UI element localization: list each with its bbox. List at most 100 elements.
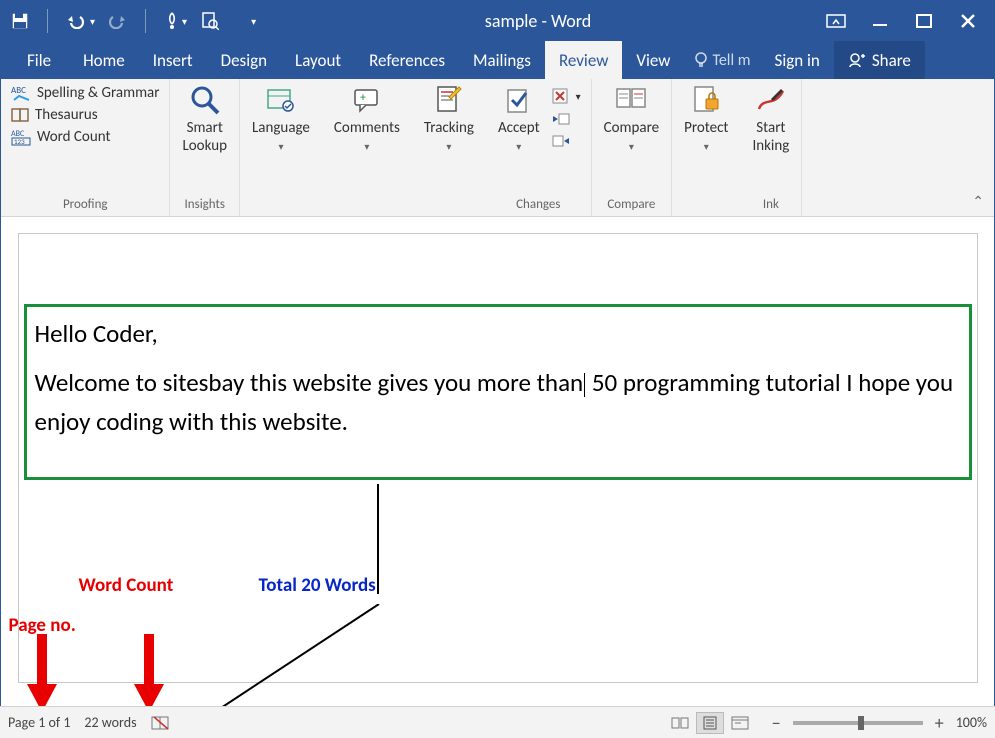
customize-qat-icon[interactable]: ▾ <box>251 15 256 28</box>
print-layout-button[interactable] <box>696 712 724 734</box>
tracking-label: Tracking <box>424 119 474 137</box>
dropdown-arrow-icon: ▾ <box>364 141 369 153</box>
touch-mode-icon[interactable]: ▾ <box>164 12 187 30</box>
separator <box>47 9 48 33</box>
redo-icon[interactable] <box>109 13 127 29</box>
read-mode-button[interactable] <box>666 712 694 734</box>
tab-file[interactable]: File <box>9 41 69 79</box>
svg-text:+: + <box>360 91 366 105</box>
start-inking-button[interactable]: Start Inking <box>748 83 793 155</box>
title-bar: ▾ ▾ ▾ sample - Word <box>1 1 994 41</box>
language-label: Language <box>252 119 310 137</box>
status-proofing-icon[interactable] <box>151 715 171 731</box>
group-compare-label: Compare <box>607 197 655 214</box>
dropdown-arrow-icon: ▾ <box>704 141 709 153</box>
separator <box>145 9 146 33</box>
lightbulb-icon <box>694 52 708 68</box>
close-icon[interactable] <box>958 11 978 31</box>
share-label: Share <box>872 50 911 71</box>
group-tracking: Tracking ▾ <box>412 79 486 216</box>
print-preview-icon[interactable] <box>201 12 219 30</box>
tab-mailings[interactable]: Mailings <box>459 41 545 79</box>
status-words[interactable]: 22 words <box>84 714 136 731</box>
dropdown-arrow-icon: ▾ <box>629 141 634 153</box>
word-count-icon: ABC123 <box>11 128 33 146</box>
comments-button[interactable]: + Comments ▾ <box>330 83 404 153</box>
doc-line1: Hello Coder, <box>35 315 961 354</box>
zoom-thumb[interactable] <box>858 716 864 730</box>
collapse-ribbon-icon[interactable]: ⌃ <box>972 193 984 210</box>
minimize-icon[interactable] <box>870 11 890 31</box>
group-comments: + Comments ▾ <box>322 79 412 216</box>
doc-line2: Welcome to sitesbay this website gives y… <box>35 364 961 442</box>
language-icon <box>264 83 298 117</box>
ribbon: ABC Spelling & Grammar Thesaurus ABC123 … <box>1 79 994 217</box>
tell-me[interactable]: Tell m <box>684 41 760 79</box>
protect-label: Protect <box>684 119 728 137</box>
status-page[interactable]: Page 1 of 1 <box>8 714 70 731</box>
group-changes: Accept ▾ ▾ Changes <box>486 79 592 216</box>
spelling-icon: ABC <box>11 84 33 102</box>
sign-in[interactable]: Sign in <box>761 41 834 79</box>
svg-text:ABC: ABC <box>11 85 26 96</box>
accept-button[interactable]: Accept ▾ <box>494 83 544 153</box>
group-insights-label: Insights <box>185 197 225 214</box>
tab-design[interactable]: Design <box>207 41 281 79</box>
group-proofing-label: Proofing <box>63 197 108 214</box>
page[interactable]: Hello Coder, Welcome to sitesbay this we… <box>18 233 978 683</box>
tab-insert[interactable]: Insert <box>139 41 207 79</box>
tracking-icon <box>432 83 466 117</box>
smart-lookup-icon <box>188 83 222 117</box>
zoom-out-button[interactable]: − <box>768 712 785 734</box>
web-layout-button[interactable] <box>726 712 754 734</box>
annotation-arrow-1 <box>27 634 57 714</box>
word-count-button[interactable]: ABC123 Word Count <box>9 127 112 147</box>
document-body[interactable]: Hello Coder, Welcome to sitesbay this we… <box>35 315 961 441</box>
document-title: sample - Word <box>266 10 810 32</box>
language-button[interactable]: Language ▾ <box>248 83 314 153</box>
tracking-button[interactable]: Tracking ▾ <box>420 83 478 153</box>
smart-lookup-button[interactable]: Smart Lookup <box>178 83 231 155</box>
thesaurus-button[interactable]: Thesaurus <box>9 105 100 125</box>
previous-change-button[interactable] <box>550 111 572 127</box>
zoom-in-button[interactable]: + <box>931 712 948 734</box>
tab-home[interactable]: Home <box>69 41 139 79</box>
spelling-label: Spelling & Grammar <box>37 84 159 102</box>
ink-icon <box>754 83 788 117</box>
tab-layout[interactable]: Layout <box>281 41 355 79</box>
compare-label: Compare <box>604 119 659 137</box>
group-protect: Protect ▾ <box>672 79 740 216</box>
spelling-grammar-button[interactable]: ABC Spelling & Grammar <box>9 83 161 103</box>
group-ink-label: Ink <box>763 197 779 214</box>
quick-access-toolbar: ▾ ▾ ▾ <box>1 9 266 33</box>
word-count-label: Word Count <box>37 128 110 146</box>
document-area: Hello Coder, Welcome to sitesbay this we… <box>1 217 994 705</box>
text-cursor <box>584 373 585 397</box>
reject-button[interactable]: ▾ <box>550 87 583 105</box>
zoom-slider[interactable] <box>793 721 923 725</box>
next-change-button[interactable] <box>550 133 572 149</box>
maximize-icon[interactable] <box>914 11 934 31</box>
compare-icon <box>614 83 648 117</box>
tab-review[interactable]: Review <box>545 41 622 79</box>
save-icon[interactable] <box>11 12 29 30</box>
group-changes-label: Changes <box>516 197 560 214</box>
tab-references[interactable]: References <box>355 41 459 79</box>
protect-icon <box>689 83 723 117</box>
share-button[interactable]: Share <box>834 41 925 79</box>
tell-me-label: Tell m <box>712 51 750 70</box>
tab-view[interactable]: View <box>622 41 684 79</box>
accept-icon <box>502 83 536 117</box>
thesaurus-icon <box>11 107 31 123</box>
group-language: Language ▾ <box>240 79 322 216</box>
status-bar: Page 1 of 1 22 words − + 100% <box>0 706 995 738</box>
annotation-word-count: Word Count <box>79 574 174 597</box>
compare-button[interactable]: Compare ▾ <box>600 83 663 153</box>
protect-button[interactable]: Protect ▾ <box>680 83 732 153</box>
ribbon-display-icon[interactable] <box>826 11 846 31</box>
group-proofing: ABC Spelling & Grammar Thesaurus ABC123 … <box>1 79 170 216</box>
share-icon <box>848 52 866 68</box>
undo-icon[interactable]: ▾ <box>66 13 95 29</box>
zoom-percent[interactable]: 100% <box>956 714 987 731</box>
ink-label: Start Inking <box>752 119 789 155</box>
